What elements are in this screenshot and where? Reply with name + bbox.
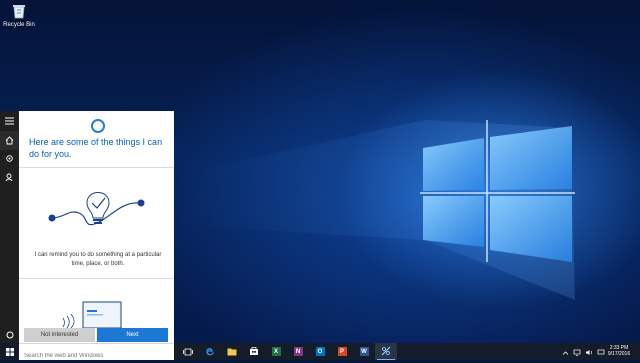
volume-icon[interactable] — [585, 343, 593, 361]
cortana-circle-icon — [91, 119, 105, 133]
feedback-icon — [5, 169, 14, 187]
onenote-icon: N — [293, 347, 303, 356]
start-rail — [0, 111, 19, 343]
taskbar-file-explorer[interactable] — [221, 343, 243, 360]
system-tray — [562, 343, 605, 360]
taskbar-snipping-tool[interactable] — [375, 343, 397, 360]
search-input[interactable] — [19, 349, 174, 363]
second-card-illustration — [19, 286, 174, 333]
edge-icon — [205, 343, 215, 361]
snipping-tool-icon — [381, 343, 391, 361]
reminder-illustration — [19, 173, 174, 253]
taskbar-powerpoint[interactable]: P — [331, 343, 353, 360]
desktop-icon-label: Recycle Bin — [3, 22, 35, 28]
taskbar-outlook[interactable]: O — [309, 343, 331, 360]
powerpoint-icon: P — [337, 347, 347, 356]
store-icon — [249, 343, 259, 361]
reminder-description: I can remind you to do something at a pa… — [34, 252, 162, 267]
rail-notebook-button[interactable] — [0, 149, 19, 168]
outlook-icon: O — [315, 347, 325, 356]
circle-icon — [6, 326, 14, 344]
cortana-button-row: Not interested Next — [24, 328, 173, 342]
taskbar-apps: X N O P W — [177, 343, 397, 360]
task-view-icon — [183, 343, 193, 361]
clock-date: 9/17/2016 — [607, 351, 631, 357]
divider — [19, 167, 174, 168]
taskbar-search[interactable] — [19, 343, 174, 363]
chevron-up-icon[interactable] — [562, 343, 569, 361]
windows-logo-icon — [5, 343, 14, 361]
hamburger-menu-button[interactable] — [0, 111, 19, 130]
taskbar-store[interactable] — [243, 343, 265, 360]
taskbar-onenote[interactable]: N — [287, 343, 309, 360]
cortana-headline: Here are some of the things I can do for… — [29, 137, 163, 159]
taskbar: X N O P W 2:3 — [0, 343, 640, 363]
recycle-bin-icon — [10, 2, 28, 20]
cortana-panel: Here are some of the things I can do for… — [19, 111, 174, 343]
taskbar-word[interactable]: W — [353, 343, 375, 360]
not-interested-button[interactable]: Not interested — [24, 328, 95, 342]
rail-home-button[interactable] — [0, 131, 19, 150]
word-icon: W — [359, 347, 369, 356]
gear-icon — [5, 150, 14, 168]
excel-icon: X — [271, 347, 281, 356]
taskbar-task-view[interactable] — [177, 343, 199, 360]
hamburger-menu-icon — [5, 112, 14, 130]
start-button[interactable] — [0, 343, 19, 360]
taskbar-excel[interactable]: X — [265, 343, 287, 360]
folder-icon — [227, 343, 237, 361]
home-icon — [5, 132, 14, 150]
rail-feedback-button[interactable] — [0, 168, 19, 187]
desktop-icon-recycle-bin[interactable]: Recycle Bin — [2, 2, 36, 28]
divider — [19, 278, 174, 279]
taskbar-edge[interactable] — [199, 343, 221, 360]
cortana-button[interactable] — [0, 326, 19, 343]
network-icon[interactable] — [573, 343, 581, 361]
taskbar-clock[interactable]: 2:33 PM 9/17/2016 — [602, 345, 636, 357]
next-button[interactable]: Next — [97, 328, 168, 342]
